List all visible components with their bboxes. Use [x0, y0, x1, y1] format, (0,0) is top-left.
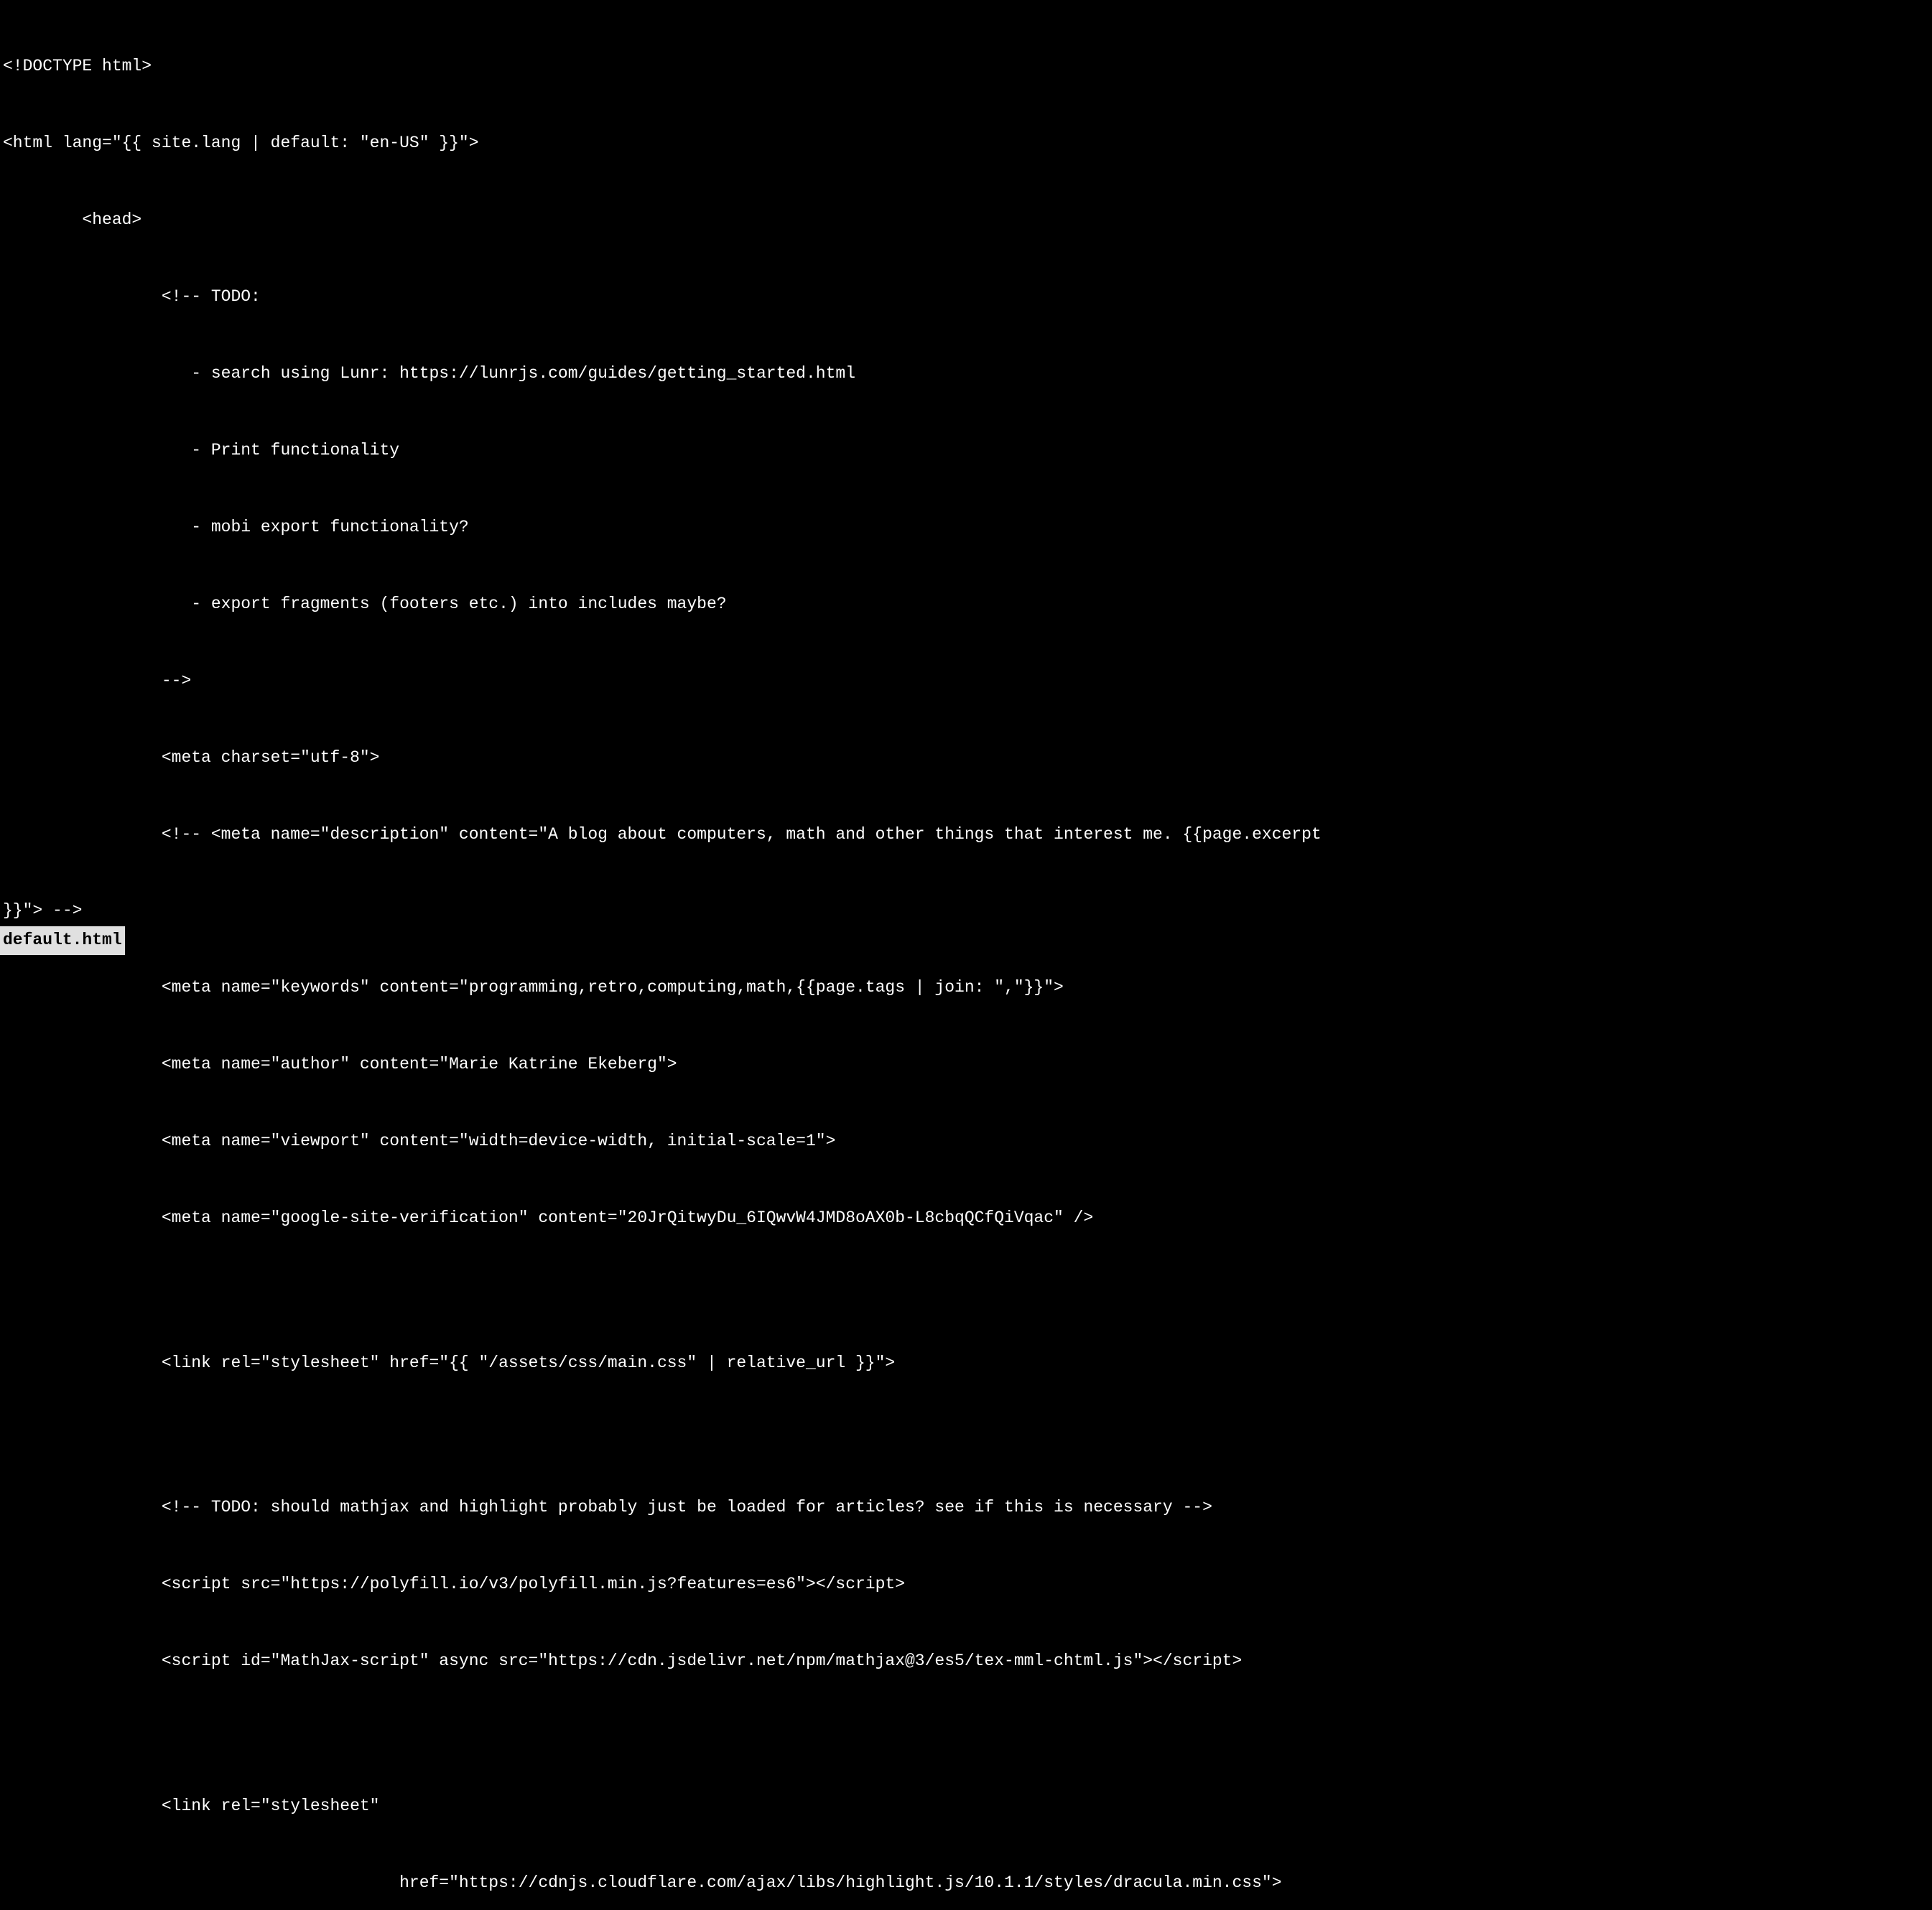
editor-content[interactable]: <!DOCTYPE html> <html lang="{{ site.lang…: [0, 0, 1932, 1910]
code-line: }}"> -->: [3, 898, 1929, 924]
code-line: - search using Lunr: https://lunrjs.com/…: [3, 361, 1929, 387]
code-line: [3, 1725, 1929, 1742]
code-line: [3, 1427, 1929, 1444]
code-line: <meta name="viewport" content="width=dev…: [3, 1129, 1929, 1155]
code-line: <!DOCTYPE html>: [3, 54, 1929, 80]
code-line: <!-- <meta name="description" content="A…: [3, 822, 1929, 848]
code-line: - export fragments (footers etc.) into i…: [3, 592, 1929, 618]
code-line: <meta name="author" content="Marie Katri…: [3, 1052, 1929, 1078]
code-line: <meta name="keywords" content="programmi…: [3, 975, 1929, 1001]
code-line: - mobi export functionality?: [3, 515, 1929, 541]
code-line: <html lang="{{ site.lang | default: "en-…: [3, 131, 1929, 157]
code-line: <script src="https://polyfill.io/v3/poly…: [3, 1572, 1929, 1598]
code-line: <!-- TODO: should mathjax and highlight …: [3, 1495, 1929, 1521]
code-line: [3, 1282, 1929, 1299]
code-line: <head>: [3, 208, 1929, 233]
status-bar-filename: default.html: [0, 926, 125, 955]
code-line: <link rel="stylesheet" href="{{ "/assets…: [3, 1351, 1929, 1376]
code-line: -->: [3, 668, 1929, 694]
code-line: <link rel="stylesheet": [3, 1794, 1929, 1820]
code-line: href="https://cdnjs.cloudflare.com/ajax/…: [3, 1871, 1929, 1896]
code-line: <meta charset="utf-8">: [3, 745, 1929, 771]
code-line: <script id="MathJax-script" async src="h…: [3, 1649, 1929, 1674]
code-line: - Print functionality: [3, 438, 1929, 464]
code-line: <!-- TODO:: [3, 284, 1929, 310]
code-line: <meta name="google-site-verification" co…: [3, 1206, 1929, 1231]
